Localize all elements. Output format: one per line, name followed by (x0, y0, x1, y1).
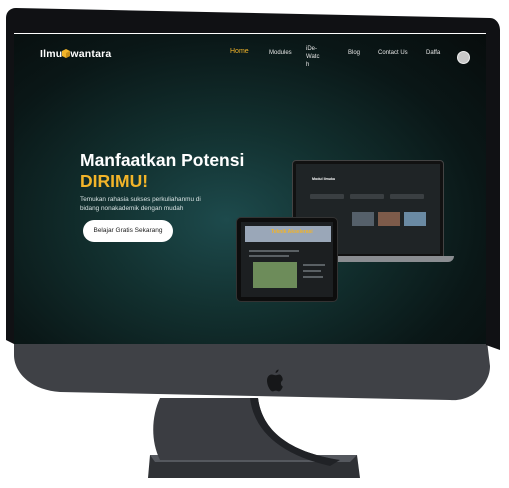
tablet-screen-title: Teknik Akselerasi (271, 229, 313, 235)
apple-icon (267, 369, 283, 392)
cta-button[interactable]: Belajar Gratis Sekarang (83, 220, 173, 242)
nav-home[interactable]: Home (230, 48, 249, 55)
top-navbar: Ilmu wantara Home Modules iDe-Watc h Blog… (14, 34, 486, 74)
hero-accent: DIRIMU! (80, 171, 149, 191)
monitor: Ilmu wantara Home Modules iDe-Watc h Blog… (0, 12, 509, 414)
tablet-screen: Teknik Akselerasi (241, 222, 333, 297)
tablet-mockup: Teknik Akselerasi (236, 217, 338, 302)
avatar[interactable] (457, 51, 470, 64)
nav-contact-us[interactable]: Contact Us (378, 50, 408, 56)
nav-modules[interactable]: Modules (269, 50, 292, 56)
hero-subtitle: Temukan rahasia sukses perkuliahanmu di … (80, 196, 201, 212)
website-screen: Ilmu wantara Home Modules iDe-Watc h Blog… (14, 34, 486, 344)
site-logo[interactable]: Ilmu wantara (40, 48, 111, 60)
logo-text-right: wantara (70, 48, 112, 60)
hero-title: Manfaatkan Potensi (80, 150, 245, 170)
tablet-photo (253, 262, 297, 288)
nav-user-name[interactable]: Daffa (426, 50, 440, 56)
logo-text-left: Ilmu (40, 48, 63, 60)
nav-ide-watch[interactable]: iDe-Watc h (306, 45, 328, 69)
laptop-screen-title: Modul Ilmuku (312, 177, 336, 181)
nav-blog[interactable]: Blog (348, 50, 360, 56)
